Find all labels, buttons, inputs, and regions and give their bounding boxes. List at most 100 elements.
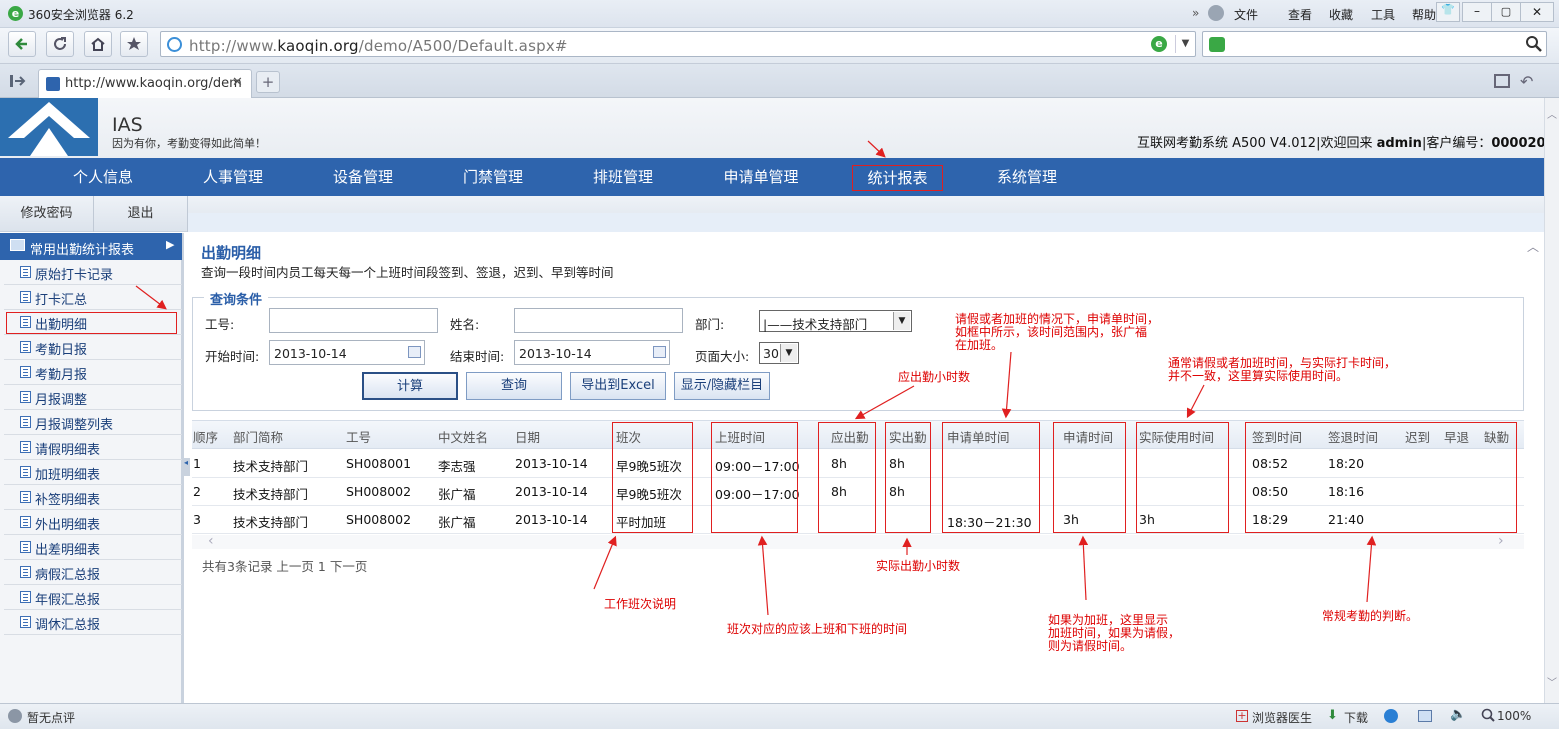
home-button[interactable]	[84, 31, 112, 57]
search-icon[interactable]	[1525, 35, 1543, 53]
sidebar-item-label: 考勤日报	[35, 343, 88, 358]
menu-favorites[interactable]: 收藏	[1329, 6, 1371, 23]
url-host: kaoqin.org	[277, 37, 359, 55]
ie-icon[interactable]	[1384, 709, 1398, 723]
search-engine-icon[interactable]	[1209, 37, 1225, 52]
browser-tab[interactable]: http://www.kaoqin.org/dem ✕	[38, 69, 252, 98]
emp-no-input[interactable]	[269, 308, 438, 333]
download-icon[interactable]: ⬇	[1327, 708, 1338, 723]
sidebar-item-annual-leave-summary[interactable]: 年假汇总报	[4, 585, 182, 610]
header-col-emp-no[interactable]: 工号	[346, 427, 371, 446]
volume-icon[interactable]: 🔈	[1450, 707, 1466, 722]
scroll-up-icon[interactable]: ︿	[1547, 106, 1557, 121]
back-button[interactable]	[8, 31, 36, 57]
sidebar-item-monthly-adjust-list[interactable]: 月报调整列表	[4, 410, 182, 435]
close-button[interactable]: ✕	[1520, 2, 1554, 22]
start-date-input[interactable]: 2013-10-14	[269, 340, 425, 365]
scroll-down-icon[interactable]: ﹀	[1547, 674, 1557, 689]
vertical-scrollbar[interactable]: ︿ ﹀	[1544, 98, 1559, 703]
url-input[interactable]: http://www.kaoqin.org/demo/A500/Default.…	[160, 31, 1196, 57]
url-dropdown-icon[interactable]: ▼	[1175, 35, 1195, 53]
nav-access-control[interactable]: 门禁管理	[430, 158, 556, 196]
highlight-worktime-column	[711, 422, 798, 533]
annotation-shift-desc: 工作班次说明	[604, 597, 677, 611]
status-comment[interactable]: 暂无点评	[27, 709, 75, 726]
restore-tabs-icon[interactable]	[1494, 74, 1510, 88]
minimize-button[interactable]: –	[1462, 2, 1492, 22]
sidebar-item-resign-detail[interactable]: 补签明细表	[4, 485, 182, 510]
calendar-icon[interactable]	[408, 346, 421, 358]
nav-scheduling[interactable]: 排班管理	[560, 158, 686, 196]
nav-hr[interactable]: 人事管理	[170, 158, 296, 196]
calculate-button[interactable]: 计算	[362, 372, 458, 400]
star-icon	[127, 37, 141, 50]
sidebar-item-label: 加班明细表	[35, 468, 101, 483]
menu-view[interactable]: 查看	[1288, 6, 1329, 23]
collapse-up-icon[interactable]: ︿	[1527, 238, 1539, 255]
export-excel-button[interactable]: 导出到Excel	[570, 372, 666, 400]
doctor-icon[interactable]: +	[1236, 710, 1248, 722]
tab-close-icon[interactable]: ✕	[232, 75, 243, 90]
nav-reports[interactable]: 统计报表	[852, 165, 943, 191]
logout-button[interactable]: 退出	[94, 196, 188, 232]
menu-tools[interactable]: 工具	[1371, 6, 1412, 23]
collapse-handle[interactable]: ◂	[184, 458, 190, 476]
scroll-left-icon[interactable]: ‹	[208, 533, 214, 549]
nav-devices[interactable]: 设备管理	[300, 158, 426, 196]
sidebar-item-overtime-detail[interactable]: 加班明细表	[4, 460, 182, 485]
header-col-name[interactable]: 中文姓名	[438, 427, 488, 446]
sidebar-header[interactable]: 常用出勤统计报表 ▶	[0, 233, 182, 260]
header-col-date[interactable]: 日期	[515, 427, 540, 446]
sidebar-item-raw-punch-records[interactable]: 原始打卡记录	[4, 260, 182, 285]
skin-icon[interactable]: 👕	[1436, 2, 1460, 22]
sidebar-item-sick-leave-summary[interactable]: 病假汇总报	[4, 560, 182, 585]
comment-icon[interactable]	[8, 709, 22, 723]
chevron-down-icon[interactable]: ▼	[780, 344, 797, 362]
sidebar-item-monthly-adjust[interactable]: 月报调整	[4, 385, 182, 410]
status-download[interactable]: 下载	[1344, 709, 1368, 726]
sidebar-item-daily-report[interactable]: 考勤日报	[4, 335, 182, 360]
engine-mode-icon[interactable]: e	[1151, 36, 1167, 52]
horizontal-scrollbar[interactable]: ‹ ›	[192, 533, 1524, 549]
undo-close-icon[interactable]: ↶	[1520, 72, 1533, 91]
nav-personal-info[interactable]: 个人信息	[40, 158, 166, 196]
maximize-button[interactable]: ▢	[1491, 2, 1521, 22]
highlight-sidebar-item	[6, 312, 177, 334]
dept-select[interactable]: |——技术支持部门 ▼	[759, 310, 912, 332]
nav-applications[interactable]: 申请单管理	[696, 158, 826, 196]
sidebar-item-comp-leave-summary[interactable]: 调休汇总报	[4, 610, 182, 635]
end-date-input[interactable]: 2013-10-14	[514, 340, 670, 365]
sidebar-toggle-icon[interactable]	[10, 74, 26, 88]
zoom-icon[interactable]	[1481, 708, 1495, 722]
header-col-dept[interactable]: 部门简称	[233, 427, 283, 446]
pagesize-label: 页面大小:	[695, 349, 750, 364]
header-col-order[interactable]: 顺序	[193, 427, 218, 446]
change-password-button[interactable]: 修改密码	[0, 196, 94, 232]
new-tab-button[interactable]: +	[256, 71, 280, 93]
sidebar-item-business-trip-detail[interactable]: 出差明细表	[4, 535, 182, 560]
calendar-icon[interactable]	[653, 346, 666, 358]
bookmark-button[interactable]	[120, 31, 148, 57]
user-avatar-icon[interactable]	[1208, 5, 1224, 21]
status-doctor[interactable]: 浏览器医生	[1252, 709, 1312, 726]
query-button[interactable]: 查询	[466, 372, 562, 400]
pagesize-select[interactable]: 30 ▼	[759, 342, 799, 364]
toggle-columns-button[interactable]: 显示/隐藏栏目	[674, 372, 770, 400]
table-pager[interactable]: 共有3条记录 上一页 1 下一页	[202, 556, 367, 575]
name-input[interactable]	[514, 308, 683, 333]
sidebar-item-leave-detail[interactable]: 请假明细表	[4, 435, 182, 460]
scroll-right-icon[interactable]: ›	[1498, 533, 1504, 549]
sidebar-item-monthly-report[interactable]: 考勤月报	[4, 360, 182, 385]
chevron-down-icon[interactable]: ▼	[893, 312, 910, 330]
sidebar-item-punch-summary[interactable]: 打卡汇总	[4, 285, 182, 310]
sidebar-item-outing-detail[interactable]: 外出明细表	[4, 510, 182, 535]
menu-file[interactable]: 文件	[1234, 6, 1288, 23]
window-icon[interactable]	[1418, 710, 1432, 722]
nav-system[interactable]: 系统管理	[964, 158, 1090, 196]
zoom-level[interactable]: 100%	[1497, 709, 1531, 723]
sidebar-item-label: 外出明细表	[35, 518, 101, 533]
chevron-double-right-icon[interactable]: »	[1192, 6, 1199, 20]
browser-titlebar: e 360安全浏览器 6.2 » 文件 查看 收藏 工具 帮助 👕 – ▢ ✕	[0, 0, 1559, 28]
search-input[interactable]	[1202, 31, 1547, 57]
refresh-button[interactable]	[46, 31, 74, 57]
